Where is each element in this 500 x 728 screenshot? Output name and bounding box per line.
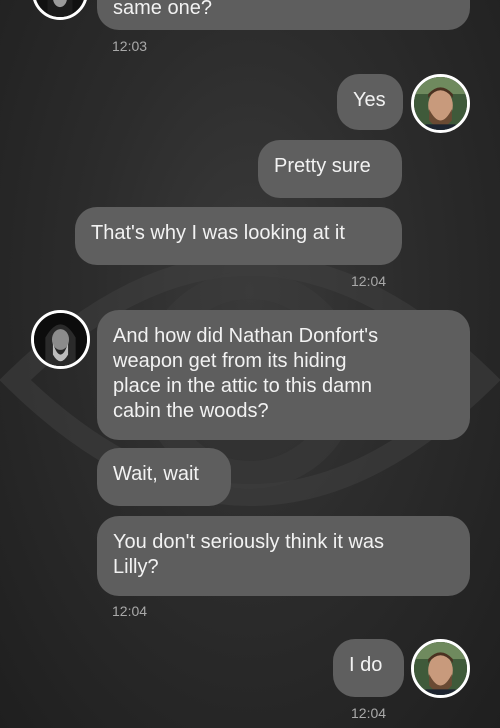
user-avatar[interactable]: [411, 639, 470, 698]
contact-avatar[interactable]: [31, 310, 90, 369]
message-bubble-incoming[interactable]: Wait, wait: [97, 448, 231, 506]
message-bubble-outgoing[interactable]: I do: [333, 639, 404, 697]
message-timestamp: 12:03: [112, 38, 148, 54]
message-bubble-incoming[interactable]: same one?: [97, 0, 470, 30]
message-bubble-outgoing[interactable]: Yes: [337, 74, 403, 130]
contact-avatar[interactable]: [32, 0, 88, 20]
message-timestamp: 12:04: [351, 273, 387, 289]
message-bubble-incoming[interactable]: And how did Nathan Donfort's weapon get …: [97, 310, 470, 440]
user-avatar[interactable]: [411, 74, 470, 133]
message-bubble-outgoing[interactable]: That's why I was looking at it: [75, 207, 402, 265]
message-timestamp: 12:04: [351, 705, 387, 721]
message-bubble-incoming[interactable]: You don't seriously think it was Lilly?: [97, 516, 470, 596]
message-bubble-outgoing[interactable]: Pretty sure: [258, 140, 402, 198]
message-timestamp: 12:04: [112, 603, 148, 619]
chat-thread[interactable]: same one? 12:03 Yes Pretty sure That's w…: [0, 0, 500, 728]
